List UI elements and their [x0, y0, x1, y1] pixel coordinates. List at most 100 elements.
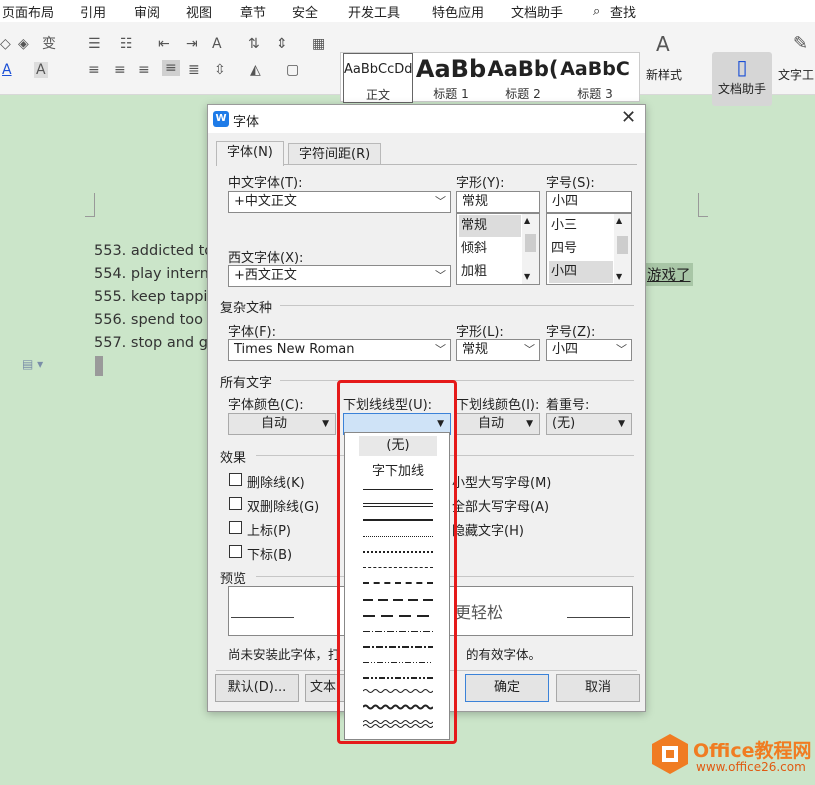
tab-font[interactable]: 字体(N) — [216, 141, 284, 166]
table-grid-icon[interactable]: ▦ — [312, 36, 325, 52]
menu-review[interactable]: 审阅 — [134, 2, 160, 21]
menu-doc-assistant[interactable]: 文档助手 — [511, 2, 563, 21]
numbered-list-icon[interactable]: ☷ — [120, 36, 133, 52]
divider — [280, 305, 634, 306]
search-icon[interactable]: ⌕ — [593, 4, 600, 19]
preview-text: 更轻松 — [455, 603, 504, 622]
shading-icon[interactable]: ◭ — [250, 62, 261, 78]
caret-down-icon: ▼ — [322, 419, 329, 429]
menu-security[interactable]: 安全 — [292, 2, 318, 21]
chevron-down-icon: ﹀ — [435, 195, 446, 208]
spacing-icon[interactable]: ⇳ — [214, 62, 226, 78]
new-style-icon[interactable]: A — [656, 34, 670, 54]
line-spacing-icon[interactable]: ⇕ — [276, 36, 288, 52]
menu-bar: 页面布局 引用 审阅 视图 章节 安全 开发工具 特色应用 文档助手 ⌕ 查找 — [0, 0, 815, 22]
west-font-label: 西文字体(X): — [228, 251, 304, 266]
eraser-icon[interactable]: ◈ — [18, 36, 29, 52]
strikethrough-checkbox[interactable] — [229, 473, 242, 486]
chevron-down-icon: ﹀ — [524, 343, 535, 356]
menu-dev-tools[interactable]: 开发工具 — [348, 2, 400, 21]
size-input[interactable]: 小四 — [546, 191, 632, 213]
style-scrollbar[interactable]: ▲ ▼ — [522, 214, 539, 284]
doc-line: 555. keep tappin — [94, 289, 217, 305]
align-left-icon[interactable]: ≡ — [88, 62, 100, 78]
double-strikethrough-checkbox[interactable] — [229, 497, 242, 510]
subscript-checkbox[interactable] — [229, 545, 242, 558]
font-color-label: 字体颜色(C): — [228, 398, 304, 413]
style-listbox[interactable]: 常规 倾斜 加粗 ▲ ▼ — [456, 213, 540, 285]
menu-chapter[interactable]: 章节 — [240, 2, 266, 21]
size-listbox[interactable]: 小三 四号 小四 ▲ ▼ — [546, 213, 632, 285]
complex-font-label: 字体(F): — [228, 325, 277, 340]
border-icon[interactable]: ▢ — [286, 62, 299, 78]
complex-font-combo[interactable]: Times New Roman ﹀ — [228, 339, 451, 361]
subscript-label: 下标(B) — [247, 548, 293, 563]
distribute-icon[interactable]: ≣ — [188, 62, 200, 78]
sort-icon[interactable]: ⇅ — [248, 36, 260, 52]
text-cursor-block — [95, 356, 103, 376]
size-scrollbar[interactable]: ▲ ▼ — [614, 214, 631, 284]
align-center-icon[interactable]: ≡ — [114, 62, 126, 78]
cn-font-label: 中文字体(T): — [228, 176, 303, 191]
complex-size-combo[interactable]: 小四 ﹀ — [546, 339, 632, 361]
tab-char-spacing[interactable]: 字符间距(R) — [288, 143, 382, 164]
style-option[interactable]: 倾斜 — [459, 238, 487, 260]
justify-icon[interactable]: ≡ — [162, 60, 180, 76]
menu-page-layout[interactable]: 页面布局 — [2, 2, 54, 21]
menu-references[interactable]: 引用 — [80, 2, 106, 21]
ribbon: ◇ ◈ 变 A A ☰ ☷ ⇤ ⇥ A ⇅ ⇕ ▦ ≡ ≡ ≡ ≡ ≣ ⇳ ◭ … — [0, 22, 815, 106]
menu-search[interactable]: 查找 — [610, 2, 636, 21]
size-option[interactable]: 四号 — [549, 238, 577, 260]
doc-assistant-icon: ▯ — [736, 55, 748, 79]
cn-font-combo[interactable]: +中文正文 ﹀ — [228, 191, 451, 213]
size-option[interactable]: 小三 — [549, 215, 577, 237]
clear-format-icon[interactable]: ◇ — [0, 36, 11, 52]
all-caps-label[interactable]: 全部大写字母(A) — [452, 496, 549, 515]
align-right-icon[interactable]: ≡ — [138, 62, 150, 78]
text-size-icon[interactable]: A — [212, 36, 222, 52]
superscript-label: 上标(P) — [247, 524, 291, 539]
hidden-text-label[interactable]: 隐藏文字(H) — [452, 520, 524, 539]
size-label: 字号(S): — [546, 176, 595, 191]
paste-options-icon[interactable]: ▤ ▾ — [22, 357, 43, 371]
office-logo-icon — [652, 734, 688, 774]
small-caps-label[interactable]: 小型大写字母(M) — [452, 472, 551, 491]
highlight-icon[interactable]: A — [34, 62, 48, 78]
ok-button[interactable]: 确定 — [465, 674, 549, 702]
red-highlight-box — [337, 380, 457, 744]
outdent-icon[interactable]: ⇤ — [158, 36, 170, 52]
effects-section-title: 效果 — [220, 451, 247, 466]
menu-view[interactable]: 视图 — [186, 2, 212, 21]
wrench-icon[interactable]: ✎ — [793, 35, 808, 53]
default-button[interactable]: 默认(D)... — [215, 674, 299, 702]
indent-icon[interactable]: ⇥ — [186, 36, 198, 52]
text-tools-button[interactable]: 文字工 — [778, 66, 814, 83]
complex-style-combo[interactable]: 常规 ﹀ — [456, 339, 540, 361]
font-color-select[interactable]: 自动 ▼ — [228, 413, 336, 435]
preview-section-title: 预览 — [220, 572, 247, 587]
close-icon[interactable]: ✕ — [621, 107, 636, 128]
size-option[interactable]: 小四 — [549, 261, 613, 283]
west-font-combo[interactable]: +西文正文 ﹀ — [228, 265, 451, 287]
menu-features[interactable]: 特色应用 — [432, 2, 484, 21]
phonetic-icon[interactable]: 变 — [42, 36, 56, 52]
underline-color-select[interactable]: 自动 ▼ — [456, 413, 540, 435]
bullet-list-icon[interactable]: ☰ — [88, 36, 101, 52]
new-style-button[interactable]: 新样式 — [646, 66, 682, 83]
doc-line: 557. stop and go — [94, 335, 217, 351]
style-option[interactable]: 加粗 — [459, 261, 487, 283]
emphasis-select[interactable]: (无) ▼ — [546, 413, 632, 435]
style-label: 字形(Y): — [456, 176, 505, 191]
watermark-url: www.office26.com — [696, 760, 806, 774]
font-color-icon[interactable]: A — [2, 62, 12, 78]
double-strikethrough-label: 双删除线(G) — [247, 500, 320, 515]
underline-color-label: 下划线颜色(I): — [456, 398, 540, 413]
all-text-section-title: 所有文字 — [220, 376, 273, 391]
style-input[interactable]: 常规 — [456, 191, 540, 213]
style-option[interactable]: 常规 — [459, 215, 521, 237]
selected-text: 游戏了 — [645, 263, 693, 286]
superscript-checkbox[interactable] — [229, 521, 242, 534]
cancel-button[interactable]: 取消 — [556, 674, 640, 702]
dialog-titlebar: W 字体 ✕ — [208, 105, 645, 133]
font-note: 尚未安装此字体，打 — [228, 647, 341, 662]
